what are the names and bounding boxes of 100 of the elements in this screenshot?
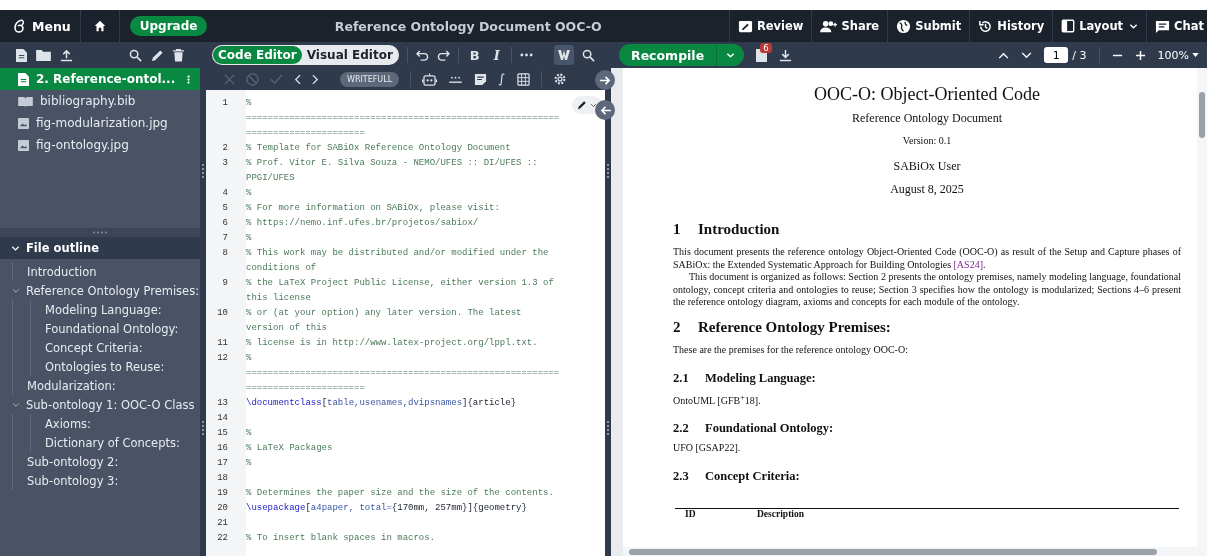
outline-item[interactable]: Concept Criteria: [0, 338, 200, 357]
line-number: 14 [216, 412, 229, 425]
integral-icon[interactable] [498, 71, 507, 87]
file-tree-item[interactable]: bibliography.bib [0, 90, 200, 112]
book-icon [18, 95, 33, 107]
table-icon[interactable] [517, 72, 531, 86]
arrow-right-icon [599, 75, 611, 85]
upload-icon[interactable] [60, 48, 73, 62]
resize-handle-icon[interactable] [92, 231, 108, 234]
body-paragraph: These are the premises for the reference ontology OOC-O: [673, 343, 909, 357]
citation-link[interactable]: [AS24] [953, 258, 983, 270]
line-number: 5 [221, 202, 229, 215]
robot-icon[interactable] [422, 72, 438, 86]
note-icon[interactable] [474, 72, 488, 86]
code-line: % [245, 187, 253, 200]
code-line: % LaTeX Packages [245, 442, 334, 455]
outline-item[interactable]: Axioms: [0, 414, 200, 433]
code-line: % ================================================================================ [245, 352, 561, 395]
file-tree-item[interactable]: 2. Reference-ontol... [0, 68, 200, 90]
code-line: % Determines the paper size and the size of the contents. [245, 487, 555, 500]
checkmark-icon[interactable] [270, 73, 283, 85]
outline-item[interactable]: Reference Ontology Premises: [0, 281, 200, 300]
line-number: 18 [216, 472, 229, 485]
file-tree-item[interactable]: fig-ontology.jpg [0, 134, 200, 156]
outline-item[interactable]: Dictionary of Concepts: [0, 433, 200, 452]
pencil-icon [577, 100, 587, 110]
document-title: OOC-O: Object-Oriented Code [813, 84, 1041, 105]
code-line: % To insert blank spaces in macros. [245, 532, 437, 545]
zoom-in-icon[interactable] [1134, 49, 1146, 61]
line-number: 21 [216, 517, 229, 530]
editor-mode-toggle[interactable]: Code Editor [213, 46, 302, 64]
new-folder-icon[interactable] [36, 49, 51, 61]
outline-item[interactable]: Ontologies to Reuse: [0, 357, 200, 376]
section-heading: 2.2 Foundational Ontology: [673, 421, 835, 437]
editor-mode-toggle[interactable]: Visual Editor [301, 46, 398, 64]
line-number: 3 [221, 157, 229, 170]
chevron-up-icon[interactable] [998, 51, 1010, 59]
outline-item[interactable]: Sub-ontology 3: [0, 471, 200, 490]
section-heading: 2 Reference Ontology Premises: [673, 318, 892, 336]
search-icon[interactable] [129, 48, 142, 62]
outline-item[interactable]: Modularization: [0, 376, 200, 395]
more-options-icon[interactable] [187, 73, 190, 85]
image-icon [18, 139, 29, 151]
writefull-button[interactable]: WRITEFULL [340, 71, 400, 87]
scrollbar-thumb[interactable] [1199, 92, 1205, 138]
zoom-dropdown[interactable]: 100% [1157, 48, 1199, 62]
format-button[interactable]: I [490, 47, 503, 63]
line-number: 17 [216, 457, 229, 470]
image-icon [18, 117, 29, 129]
code-line: % Prof. Vítor E. Silva Souza - NEMO/UFES :: DI/UFES :: PPGI/UFES [245, 157, 539, 185]
code-line: % For more information on SABiOx, please visit: [245, 202, 501, 215]
code-line: % ================================================================================ [245, 97, 561, 140]
search-icon[interactable] [582, 48, 595, 62]
body-paragraph: UFO [GSAP22]. [673, 442, 742, 456]
pencil-icon[interactable] [151, 48, 164, 62]
arrow-left-icon [599, 105, 611, 115]
chevron-left-icon[interactable] [294, 73, 301, 85]
new-file-icon[interactable] [16, 48, 27, 62]
layout-icon [1061, 19, 1076, 33]
upgrade-button[interactable]: Upgrade [129, 16, 208, 36]
caret-icon [1192, 53, 1199, 57]
more-options-icon[interactable] [519, 53, 533, 57]
scrollbar-thumb[interactable] [629, 549, 1157, 555]
caret-icon [12, 400, 20, 409]
line-number: 10 [216, 307, 229, 320]
dotted-line-icon[interactable] [448, 74, 464, 84]
body-paragraph: This document is organized as follows: Section 2 presents the ontology premises, namely modeling language, foundational ontology, concept criteria and ontologies to reuse; Section 3 specifies how the ontology is modularized; Sections 4–6 present the reference ontology diagram, axioms and concepts for each module of the ontology. [673, 271, 1181, 309]
document-icon [18, 72, 29, 86]
outline-header[interactable]: File outline [0, 237, 200, 259]
line-number: 4 [221, 187, 229, 200]
writefull-logo-icon[interactable] [554, 45, 574, 65]
file-tree-item[interactable]: fig-modularization.jpg [0, 112, 200, 134]
chevron-right-icon[interactable] [312, 73, 319, 85]
outline-item[interactable]: Sub-ontology 1: OOC-O Class [0, 395, 200, 414]
document-date: August 8, 2025 [889, 182, 965, 197]
section-heading: 1 Introduction [673, 221, 781, 238]
window-title: Reference Ontology Document OOC-O [333, 18, 603, 34]
line-number: 11 [216, 337, 229, 350]
recompile-button[interactable]: Recompile [619, 44, 745, 66]
outline-item[interactable]: Introduction [0, 262, 200, 281]
code-line: % https://nemo.inf.ufes.br/projetos/sabiox/ [245, 217, 480, 230]
settings-icon[interactable] [553, 72, 568, 86]
download-icon[interactable] [779, 48, 793, 62]
pencil-box-icon [737, 18, 753, 34]
line-number: 12 [216, 352, 229, 365]
format-button[interactable]: B [466, 47, 483, 63]
undo-icon[interactable] [415, 49, 429, 61]
trash-icon[interactable] [173, 48, 184, 62]
redo-icon[interactable] [436, 49, 450, 61]
outline-item[interactable]: Modeling Language: [0, 300, 200, 319]
chevron-down-icon[interactable] [1021, 51, 1033, 59]
outline-item[interactable]: Sub-ontology 2: [0, 452, 200, 471]
code-line: \documentclass[table,usenames,dvipsnames]{article} [245, 397, 518, 410]
code-line: % Template for SABiOx Reference Ontology Document [245, 142, 512, 155]
code-line: % the LaTeX Project Public License, either version 1.3 of this license [245, 277, 555, 305]
line-number: 19 [216, 487, 229, 500]
outline-item[interactable]: Foundational Ontology: [0, 319, 200, 338]
page-number-field[interactable]: 1 [1044, 47, 1069, 63]
table-header: Description [757, 509, 804, 520]
line-number: 8 [221, 247, 229, 260]
